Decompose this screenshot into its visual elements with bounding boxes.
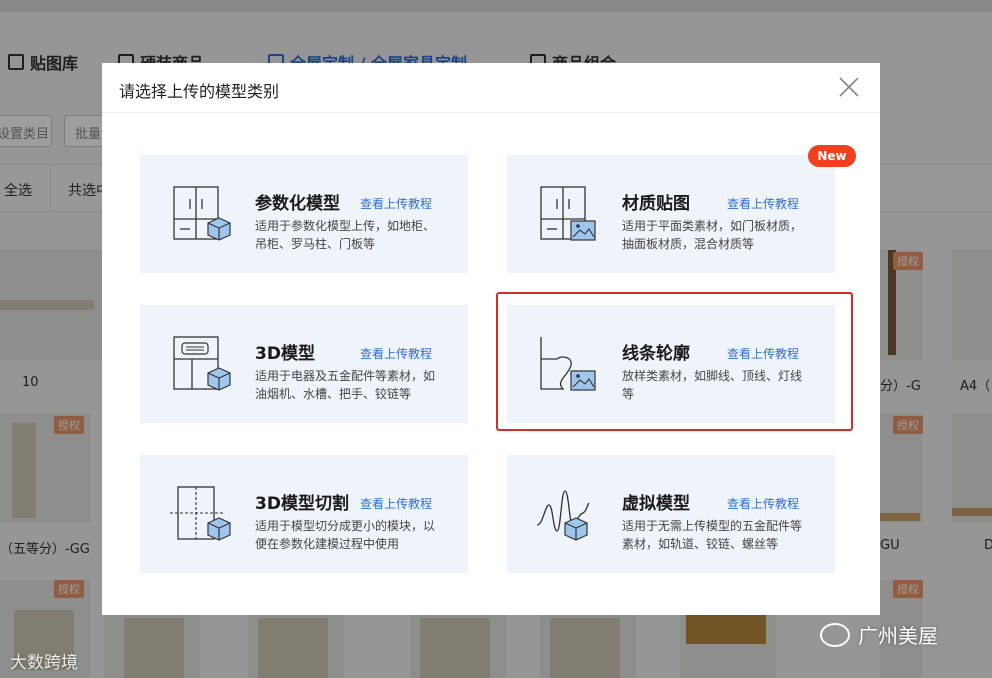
view-tutorial-link[interactable]: 查看上传教程 [360, 345, 432, 362]
card-title: 3D模型切割 [255, 494, 349, 514]
card-description: 适用于平面类素材，如门板材质，抽面板材质，混合材质等 [622, 219, 803, 251]
card-parametric-model[interactable]: 参数化模型 查看上传教程 适用于参数化模型上传，如地柜、吊柜、罗马柱、门板等 [140, 155, 468, 273]
card-description: 适用于参数化模型上传，如地柜、吊柜、罗马柱、门板等 [255, 219, 436, 251]
3d-model-cut-icon [168, 485, 232, 545]
view-tutorial-link[interactable]: 查看上传教程 [727, 195, 799, 212]
card-title: 线条轮廓 [622, 344, 690, 364]
view-tutorial-link[interactable]: 查看上传教程 [727, 495, 799, 512]
virtual-model-icon [535, 485, 599, 545]
material-texture-icon [535, 185, 599, 245]
watermark-right: 广州美屋 [820, 620, 938, 649]
new-badge: New [808, 145, 856, 167]
card-3d-model-cut[interactable]: 3D模型切割 查看上传教程 适用于模型切分成更小的模块，以便在参数化建模过程中使… [140, 455, 468, 573]
card-3d-model[interactable]: 3D模型 查看上传教程 适用于电器及五金配件等素材，如油烟机、水槽、把手、铰链等 [140, 305, 468, 423]
card-description: 放样类素材，如脚线、顶线、灯线等 [622, 369, 803, 401]
parametric-cabinet-icon [168, 185, 232, 245]
card-material-texture[interactable]: 材质贴图 查看上传教程 适用于平面类素材，如门板材质，抽面板材质，混合材质等 [507, 155, 835, 273]
dialog-header: 请选择上传的模型类别 [102, 63, 880, 113]
view-tutorial-link[interactable]: 查看上传教程 [360, 195, 432, 212]
3d-model-icon [168, 335, 232, 395]
wechat-icon [820, 622, 850, 647]
watermark-text: 广州美屋 [858, 624, 938, 648]
close-icon[interactable] [837, 75, 861, 99]
dialog-title: 请选择上传的模型类别 [119, 82, 280, 101]
card-virtual-model[interactable]: 虚拟模型 查看上传教程 适用于无需上传模型的五金配件等素材，如轨道、铰链、螺丝等 [507, 455, 835, 573]
card-title: 3D模型 [255, 344, 315, 364]
view-tutorial-link[interactable]: 查看上传教程 [360, 495, 432, 512]
line-profile-icon [535, 335, 599, 395]
upload-category-dialog: 请选择上传的模型类别 参数化模型 查看上传教程 适用于参数化模型上传，如地柜、吊… [102, 63, 880, 615]
card-description: 适用于电器及五金配件等素材，如油烟机、水槽、把手、铰链等 [255, 369, 436, 401]
card-title: 虚拟模型 [622, 494, 690, 514]
card-line-profile[interactable]: 线条轮廓 查看上传教程 放样类素材，如脚线、顶线、灯线等 [507, 305, 835, 423]
card-description: 适用于无需上传模型的五金配件等素材，如轨道、铰链、螺丝等 [622, 519, 803, 551]
view-tutorial-link[interactable]: 查看上传教程 [727, 345, 799, 362]
card-description: 适用于模型切分成更小的模块，以便在参数化建模过程中使用 [255, 519, 436, 551]
card-title: 参数化模型 [255, 194, 340, 214]
card-title: 材质贴图 [622, 194, 690, 214]
watermark-left: 大数跨境 [10, 653, 78, 673]
